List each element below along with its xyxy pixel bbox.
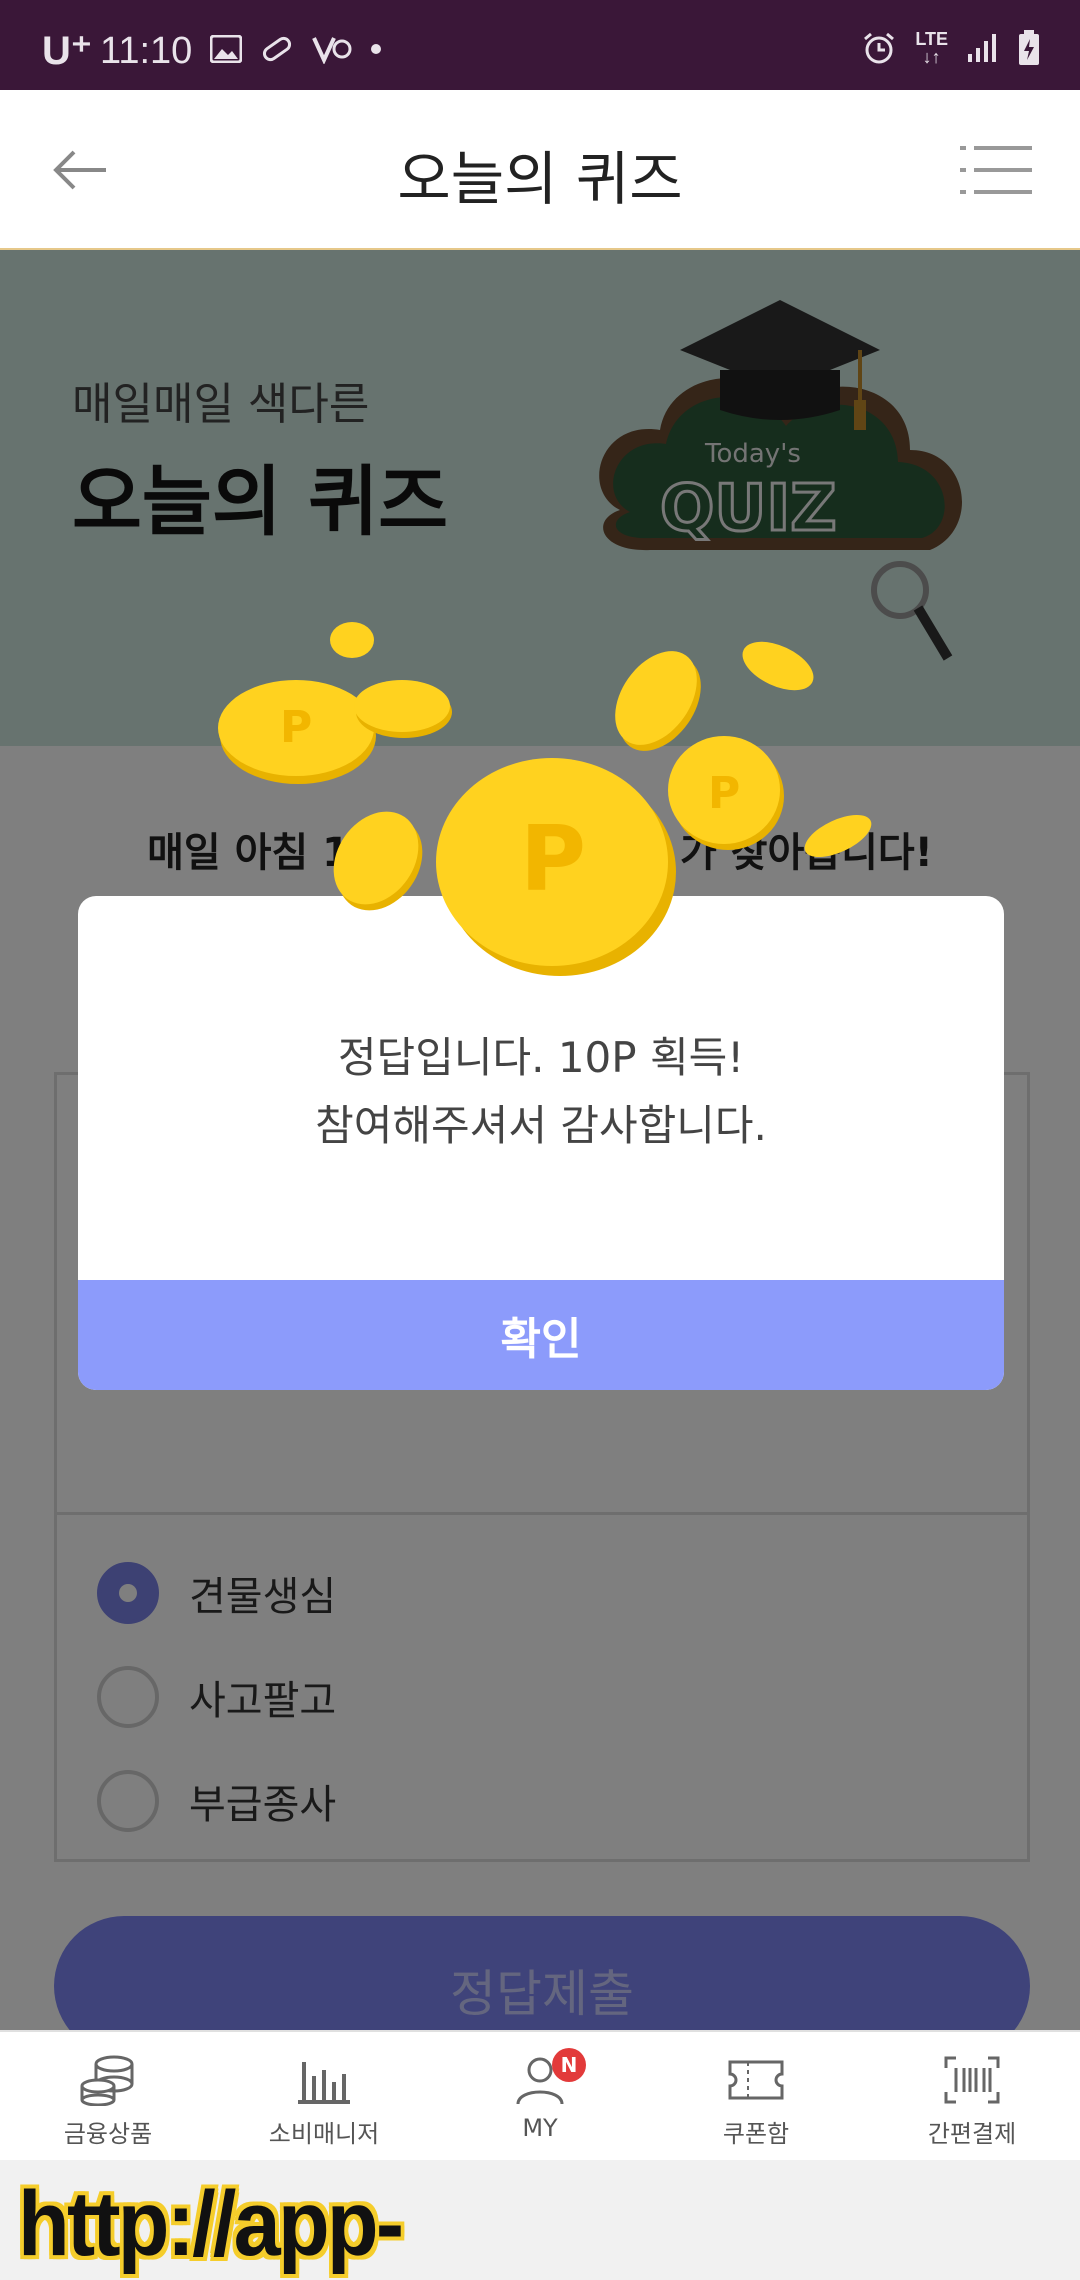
nav-label: 소비매니저: [268, 2120, 380, 2148]
status-time: 11:10: [100, 30, 193, 72]
watermark-text: http://app-tech.tistory.com: [18, 2173, 624, 2280]
system-icons: LTE ↓↑: [861, 30, 1040, 66]
barcode-icon: [944, 2056, 1000, 2104]
battery-icon: [1019, 30, 1039, 65]
nav-item-easy-pay[interactable]: 간편결제: [864, 2032, 1080, 2160]
bottom-navigation: 금융상품 소비매니저 MY N 쿠폰함 간편결제: [0, 2030, 1080, 2160]
ticket-icon: [728, 2060, 784, 2100]
nav-item-financial-products[interactable]: 금융상품: [0, 2032, 216, 2160]
result-dialog: 정답입니다. 10P 획득! 참여해주셔서 감사합니다. 확인: [78, 896, 1004, 1390]
menu-icon[interactable]: [960, 142, 1032, 198]
status-bar: U⁺ 11:10 LTE ↓↑: [0, 0, 1080, 90]
watermark-area: http://app-tech.tistory.com: [0, 2160, 1080, 2280]
dialog-line-2: 참여해주셔서 감사합니다.: [315, 1101, 767, 1150]
bar-chart-icon: [298, 2062, 350, 2104]
app-header: 오늘의 퀴즈: [0, 90, 1080, 250]
lte-indicator: LTE ↓↑: [915, 29, 948, 67]
dot-icon: [371, 44, 381, 54]
pill-icon: [262, 36, 292, 62]
app-notification-icon: [312, 37, 352, 64]
carrier-label: U⁺: [42, 29, 92, 73]
nav-label: MY: [522, 2114, 558, 2142]
gallery-icon: [210, 35, 242, 63]
dialog-line-1: 정답입니다. 10P 획득!: [337, 1033, 745, 1082]
nav-label: 금융상품: [63, 2120, 153, 2148]
signal-icon: [968, 34, 996, 62]
dialog-message: 정답입니다. 10P 획득! 참여해주셔서 감사합니다.: [78, 1024, 1004, 1160]
notification-icons: [210, 34, 382, 64]
alarm-icon: [864, 32, 895, 64]
nav-item-spending-manager[interactable]: 소비매니저: [216, 2032, 432, 2160]
new-badge: N: [552, 2048, 586, 2082]
nav-label: 간편결제: [927, 2120, 1017, 2148]
confirm-button[interactable]: 확인: [78, 1280, 1004, 1390]
nav-item-coupon-box[interactable]: 쿠폰함: [648, 2032, 864, 2160]
nav-item-my[interactable]: MY N: [432, 2032, 648, 2160]
nav-label: 쿠폰함: [722, 2120, 790, 2148]
coins-stack-icon: [80, 2055, 134, 2106]
page-title: 오늘의 퀴즈: [397, 145, 683, 213]
